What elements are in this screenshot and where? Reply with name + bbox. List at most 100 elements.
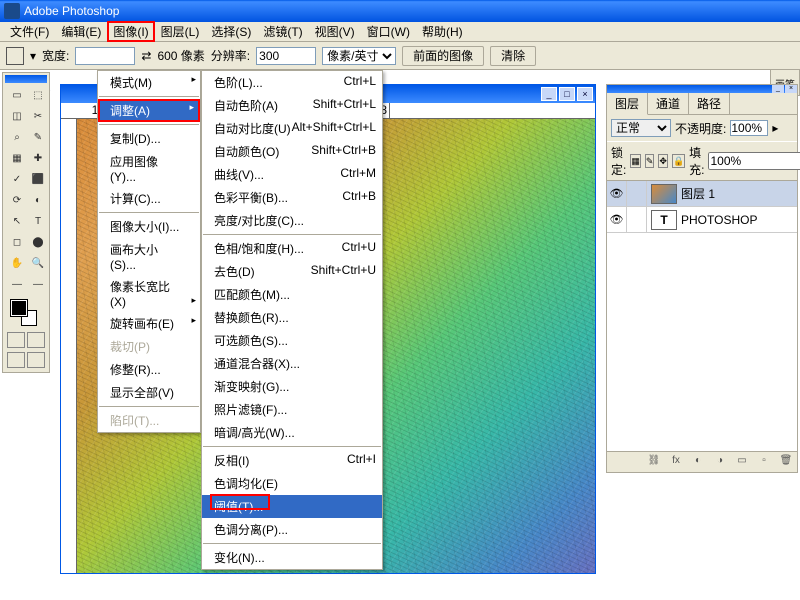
menu-item[interactable]: 模式(M) bbox=[98, 71, 200, 94]
screen-mode-1[interactable] bbox=[7, 352, 25, 368]
adjust-item[interactable]: 色相/饱和度(H)...Ctrl+U bbox=[202, 237, 382, 260]
menu-4[interactable]: 选择(S) bbox=[205, 21, 257, 42]
menu-item[interactable]: 应用图像(Y)... bbox=[98, 150, 200, 187]
adjust-item[interactable]: 反相(I)Ctrl+I bbox=[202, 449, 382, 472]
adjust-item[interactable]: 渐变映射(G)... bbox=[202, 375, 382, 398]
layer-row[interactable]: 👁图层 1 bbox=[607, 181, 797, 207]
menu-item[interactable]: 显示全部(V) bbox=[98, 381, 200, 404]
tool-17[interactable]: 🔍 bbox=[28, 253, 48, 273]
color-swatches[interactable] bbox=[5, 296, 47, 330]
tool-11[interactable]: ◐ bbox=[28, 190, 48, 210]
screen-mode-2[interactable] bbox=[27, 352, 45, 368]
tool-13[interactable]: T bbox=[28, 211, 48, 231]
visibility-icon[interactable]: 👁 bbox=[607, 181, 627, 206]
lock-position-icon[interactable]: ✥ bbox=[658, 154, 668, 168]
tool-15[interactable]: ⬤ bbox=[28, 232, 48, 252]
menu-8[interactable]: 帮助(H) bbox=[416, 21, 469, 42]
opacity-arrow-icon[interactable]: ▸ bbox=[772, 121, 778, 135]
new-layer-icon[interactable]: ▫ bbox=[756, 455, 772, 469]
blend-mode-select[interactable]: 正常 bbox=[611, 119, 671, 137]
tool-6[interactable]: ▦ bbox=[7, 148, 27, 168]
minimize-icon[interactable]: _ bbox=[541, 87, 557, 101]
fill-input[interactable] bbox=[708, 152, 800, 170]
layers-panel-header[interactable]: _ × bbox=[607, 85, 797, 93]
adjust-item[interactable]: 匹配颜色(M)... bbox=[202, 283, 382, 306]
front-image-button[interactable]: 前面的图像 bbox=[402, 46, 484, 66]
group-icon[interactable]: ▭ bbox=[734, 455, 750, 469]
panel-minimize-icon[interactable]: _ bbox=[772, 85, 784, 93]
link-layers-icon[interactable]: ⛓ bbox=[646, 455, 662, 469]
tool-5[interactable]: ✎ bbox=[28, 127, 48, 147]
tab-channels[interactable]: 通道 bbox=[648, 93, 689, 114]
tool-1[interactable]: ⬚ bbox=[28, 85, 48, 105]
adjust-item[interactable]: 亮度/对比度(C)... bbox=[202, 209, 382, 232]
menu-7[interactable]: 窗口(W) bbox=[361, 21, 416, 42]
link-cell[interactable] bbox=[627, 181, 647, 206]
standard-mode-icon[interactable] bbox=[7, 332, 25, 348]
width-input[interactable] bbox=[75, 47, 135, 65]
dropdown-icon[interactable]: ▾ bbox=[30, 49, 36, 63]
menu-item[interactable]: 计算(C)... bbox=[98, 187, 200, 210]
lock-paint-icon[interactable]: ✎ bbox=[645, 154, 655, 168]
adjust-item[interactable]: 暗调/高光(W)... bbox=[202, 421, 382, 444]
menu-item[interactable]: 调整(A) bbox=[98, 99, 200, 122]
tool-8[interactable]: ✓ bbox=[7, 169, 27, 189]
tool-10[interactable]: ⟳ bbox=[7, 190, 27, 210]
tool-3[interactable]: ✂ bbox=[28, 106, 48, 126]
visibility-icon[interactable]: 👁 bbox=[607, 207, 627, 232]
layer-thumbnail[interactable] bbox=[651, 184, 677, 204]
tool-12[interactable]: ↖ bbox=[7, 211, 27, 231]
link-cell[interactable] bbox=[627, 207, 647, 232]
menu-item[interactable]: 复制(D)... bbox=[98, 127, 200, 150]
adjust-item[interactable]: 可选颜色(S)... bbox=[202, 329, 382, 352]
tool-7[interactable]: ✚ bbox=[28, 148, 48, 168]
adjust-item[interactable]: 通道混合器(X)... bbox=[202, 352, 382, 375]
menu-0[interactable]: 文件(F) bbox=[4, 21, 55, 42]
adjust-item[interactable]: 曲线(V)...Ctrl+M bbox=[202, 163, 382, 186]
adjust-item[interactable]: 照片滤镜(F)... bbox=[202, 398, 382, 421]
clear-button[interactable]: 清除 bbox=[490, 46, 536, 66]
layer-mask-icon[interactable]: ◐ bbox=[690, 455, 706, 469]
adjust-item[interactable]: 去色(D)Shift+Ctrl+U bbox=[202, 260, 382, 283]
unit-select[interactable]: 像素/英寸 bbox=[322, 47, 396, 65]
close-icon[interactable]: × bbox=[577, 87, 593, 101]
tool-9[interactable]: ⬛ bbox=[28, 169, 48, 189]
adjust-item[interactable]: 自动颜色(O)Shift+Ctrl+B bbox=[202, 140, 382, 163]
menu-item[interactable]: 画布大小(S)... bbox=[98, 238, 200, 275]
layer-thumbnail[interactable]: T bbox=[651, 210, 677, 230]
tool-0[interactable]: ▭ bbox=[7, 85, 27, 105]
menu-1[interactable]: 编辑(E) bbox=[55, 21, 107, 42]
tool-19[interactable]: — bbox=[28, 274, 48, 294]
resolution-input[interactable] bbox=[256, 47, 316, 65]
menu-item[interactable]: 旋转画布(E) bbox=[98, 312, 200, 335]
menu-item[interactable]: 像素长宽比(X) bbox=[98, 275, 200, 312]
adjust-item[interactable]: 色调分离(P)... bbox=[202, 518, 382, 541]
tool-14[interactable]: ◻ bbox=[7, 232, 27, 252]
layer-style-icon[interactable]: fx bbox=[668, 455, 684, 469]
adjust-item[interactable]: 色调均化(E) bbox=[202, 472, 382, 495]
tool-16[interactable]: ✋ bbox=[7, 253, 27, 273]
tool-18[interactable]: — bbox=[7, 274, 27, 294]
layer-row[interactable]: 👁TPHOTOSHOP bbox=[607, 207, 797, 233]
menu-3[interactable]: 图层(L) bbox=[155, 21, 206, 42]
adjustment-layer-icon[interactable]: ◑ bbox=[712, 455, 728, 469]
lock-all-icon[interactable]: 🔒 bbox=[672, 154, 685, 168]
toolbox-header[interactable] bbox=[5, 75, 47, 83]
adjust-item[interactable]: 色彩平衡(B)...Ctrl+B bbox=[202, 186, 382, 209]
maximize-icon[interactable]: □ bbox=[559, 87, 575, 101]
adjust-item[interactable]: 自动对比度(U)Alt+Shift+Ctrl+L bbox=[202, 117, 382, 140]
menu-item[interactable]: 图像大小(I)... bbox=[98, 215, 200, 238]
panel-close-icon[interactable]: × bbox=[785, 85, 797, 93]
tab-paths[interactable]: 路径 bbox=[689, 93, 730, 114]
tool-2[interactable]: ◫ bbox=[7, 106, 27, 126]
menu-item[interactable]: 修整(R)... bbox=[98, 358, 200, 381]
crop-tool-icon[interactable] bbox=[6, 47, 24, 65]
opacity-input[interactable] bbox=[730, 120, 768, 136]
adjust-item[interactable]: 色阶(L)...Ctrl+L bbox=[202, 71, 382, 94]
menu-2[interactable]: 图像(I) bbox=[107, 21, 154, 42]
menu-5[interactable]: 滤镜(T) bbox=[257, 21, 308, 42]
menu-6[interactable]: 视图(V) bbox=[309, 21, 361, 42]
foreground-color[interactable] bbox=[11, 300, 27, 316]
quickmask-mode-icon[interactable] bbox=[27, 332, 45, 348]
swap-icon[interactable]: ⇄ bbox=[141, 49, 151, 63]
